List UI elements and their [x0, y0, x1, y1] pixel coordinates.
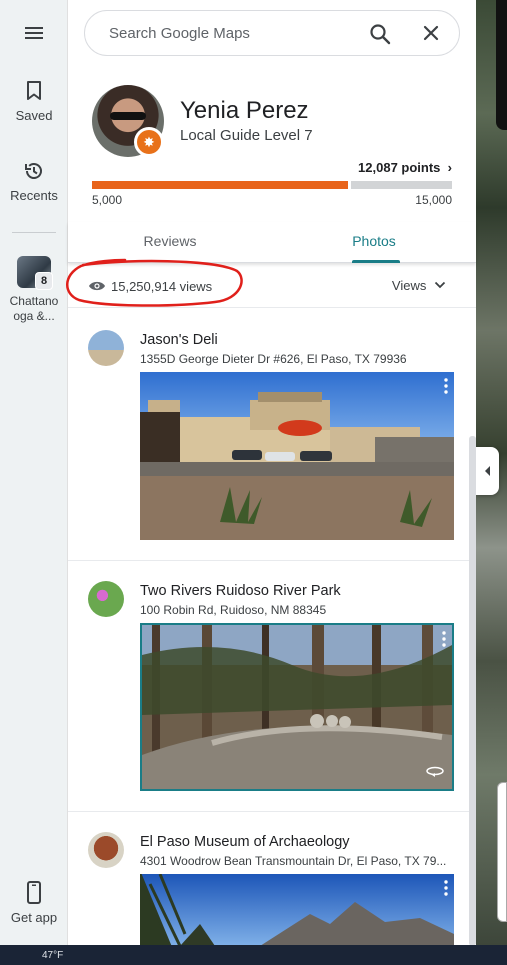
points-link[interactable]: 12,087 points ›	[358, 160, 452, 175]
place-avatar[interactable]	[88, 330, 124, 366]
bookmark-icon	[27, 81, 41, 100]
more-options-icon[interactable]	[444, 880, 448, 901]
sort-label: Views	[391, 278, 427, 293]
chevron-left-icon	[484, 466, 490, 476]
taskbar: 47°F	[0, 945, 507, 965]
recent-place-item[interactable]: 8 Chattano oga &...	[0, 256, 68, 324]
weather-readout: 47°F	[42, 950, 64, 961]
recents-button[interactable]: Recents	[0, 158, 68, 203]
search-input[interactable]	[109, 24, 359, 42]
map-minicard[interactable]	[497, 782, 507, 922]
place-avatar[interactable]	[88, 832, 124, 868]
sort-dropdown[interactable]: Views	[392, 278, 446, 293]
divider	[68, 811, 469, 812]
scrollbar[interactable]	[469, 436, 476, 946]
contributor-panel: ✸ Yenia Perez Local Guide Level 7 12,087…	[66, 0, 476, 946]
place-address: 100 Robin Rd, Ruidoso, NM 88345	[140, 603, 327, 617]
rail-divider	[12, 232, 56, 233]
hamburger-icon	[25, 27, 43, 39]
place-photo[interactable]	[140, 623, 454, 791]
more-options-icon[interactable]	[442, 631, 446, 652]
guide-level[interactable]: Local Guide Level 7	[180, 127, 313, 144]
progress-gap	[347, 181, 351, 189]
recent-place-label: Chattano oga &...	[9, 294, 59, 323]
search-box[interactable]	[84, 10, 460, 56]
phone-icon	[27, 881, 41, 904]
close-icon[interactable]	[421, 23, 441, 48]
points-label: 12,087 points	[358, 160, 441, 175]
photo-image	[140, 874, 454, 946]
progress-min: 5,000	[92, 193, 123, 207]
map-overlay-control	[496, 0, 507, 130]
tab-photos[interactable]: Photos	[272, 222, 476, 263]
more-options-icon[interactable]	[444, 378, 448, 399]
place-avatar[interactable]	[88, 581, 124, 617]
photo-sphere-icon	[426, 765, 444, 783]
photo-image	[142, 625, 452, 789]
progress-max: 15,000	[415, 193, 452, 207]
get-app-label: Get app	[10, 910, 58, 925]
search-icon[interactable]	[369, 23, 391, 50]
user-name: Yenia Perez	[180, 97, 309, 124]
place-photo[interactable]: 7410	[140, 372, 454, 540]
menu-button[interactable]	[0, 20, 68, 50]
chevron-right-icon: ›	[444, 160, 452, 175]
place-title[interactable]: El Paso Museum of Archaeology	[140, 834, 350, 850]
saved-label: Saved	[15, 108, 53, 123]
tab-active-indicator	[352, 260, 400, 263]
local-guide-badge-icon: ✸	[134, 127, 164, 157]
history-icon	[25, 163, 42, 179]
progress-fill	[92, 181, 348, 189]
photo-image: 7410	[140, 372, 454, 540]
red-circle-annotation	[66, 258, 243, 307]
recent-place-count: 8	[35, 272, 53, 290]
place-title[interactable]: Two Rivers Ruidoso River Park	[140, 583, 341, 599]
place-address: 1355D George Dieter Dr #626, El Paso, TX…	[140, 352, 407, 366]
left-rail: Saved Recents 8 Chattano oga &... Get ap…	[0, 0, 68, 945]
place-address: 4301 Woodrow Bean Transmountain Dr, El P…	[140, 854, 447, 868]
get-app-button[interactable]: Get app	[0, 880, 68, 925]
recents-label: Recents	[10, 188, 58, 203]
saved-button[interactable]: Saved	[0, 78, 68, 123]
chevron-down-icon	[434, 281, 446, 289]
divider	[68, 560, 469, 561]
place-title[interactable]: Jason's Deli	[140, 332, 218, 348]
level-progress-bar	[92, 181, 452, 189]
collapse-panel-button[interactable]	[476, 447, 499, 495]
views-summary-row: 15,250,914 views Views	[66, 258, 476, 308]
recent-place-thumbnail: 8	[17, 256, 53, 290]
place-photo[interactable]	[140, 874, 454, 946]
